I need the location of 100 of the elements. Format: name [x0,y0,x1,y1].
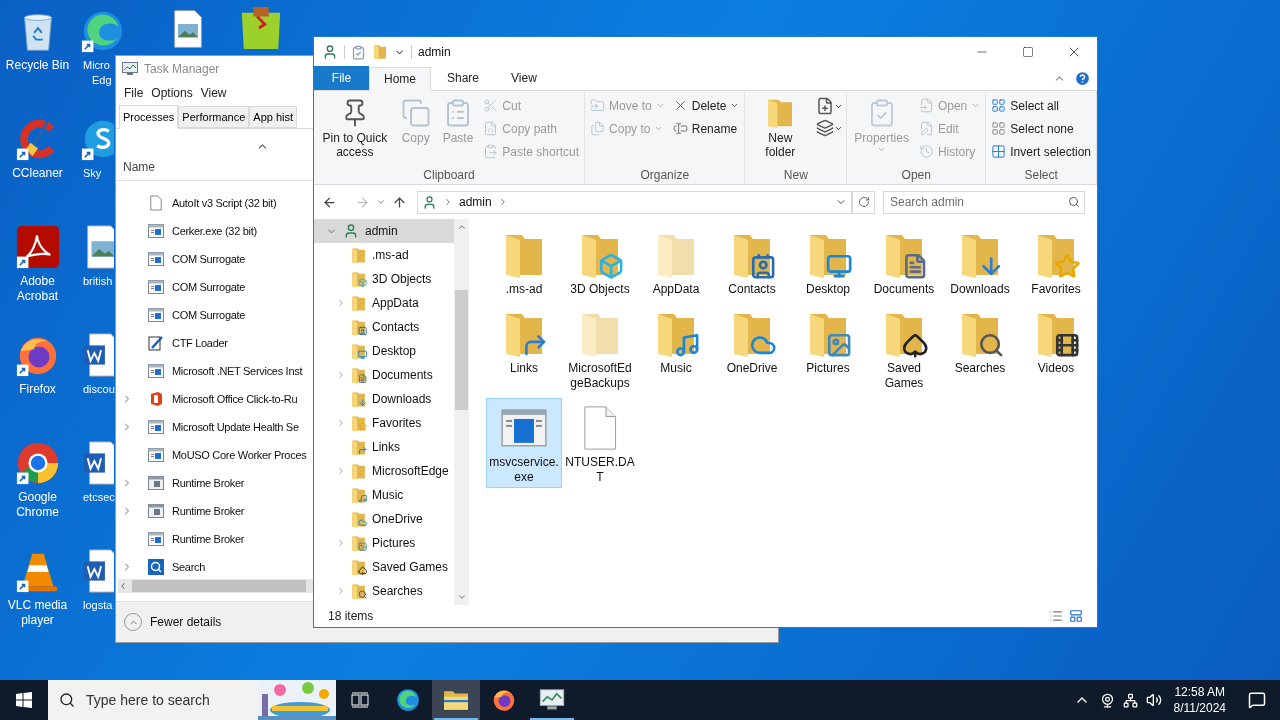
process-row[interactable]: Microsoft .NET Services Inst [116,357,312,385]
desktop-icon-label[interactable]: Micro Edg [80,58,112,88]
file-tile[interactable]: NTUSER.DAT [562,398,638,488]
taskbar-app-button[interactable] [432,680,480,720]
file-tile[interactable]: Searches [942,304,1018,379]
desktop-icon-label[interactable]: Sky [80,166,102,181]
properties-icon[interactable] [351,44,366,60]
process-row[interactable]: COM Surrogate [116,273,312,301]
column-header[interactable]: Name [123,157,155,176]
ribbon-tab[interactable]: File [314,66,369,90]
scroll-up-icon[interactable] [456,222,467,232]
tree-item[interactable]: Contacts [372,318,420,336]
tree-item[interactable]: OneDrive [372,510,423,528]
menu-item[interactable]: Options [147,84,197,102]
address-bar[interactable]: admin [417,190,852,214]
tree-item[interactable]: admin [314,219,454,243]
tree-item[interactable]: Searches [372,582,423,600]
file-tile[interactable]: Pictures [790,304,866,379]
file-tile[interactable]: Videos [1018,304,1094,379]
process-row[interactable]: Microsoft Update Health Se [116,413,312,441]
tree-item[interactable]: Favorites [372,414,422,432]
ribbon-command[interactable]: Invert selection [989,141,1093,162]
ribbon-tab[interactable]: View [495,66,553,90]
desktop-icon-label[interactable]: etcsec [80,490,115,505]
ribbon-command[interactable]: Rename [670,118,742,139]
tab[interactable]: Performance [178,106,250,128]
refresh-button[interactable] [852,190,875,214]
ribbon-command[interactable]: New folder [748,95,813,166]
easy-access-icon[interactable] [816,119,844,137]
ribbon-command[interactable]: Pin to Quick access [317,95,393,166]
clock[interactable]: 12:58 AM 8/11/2024 [1165,684,1234,716]
tree-item[interactable]: MicrosoftEdge [372,462,449,480]
details-view-icon[interactable] [1049,609,1063,623]
desktop-icon-label[interactable]: british [80,274,113,289]
volume-icon[interactable] [1145,692,1162,708]
tree-item[interactable]: Downloads [372,390,432,408]
file-tile[interactable]: Contacts [714,225,790,300]
file-tile[interactable]: Downloads [942,225,1018,300]
tree-item[interactable]: Music [372,486,404,504]
process-row[interactable]: COM Surrogate [116,301,312,329]
taskbar-search-field[interactable]: Type here to search [86,680,258,720]
up-icon[interactable] [392,194,407,210]
forward-icon[interactable] [355,194,370,210]
file-tile[interactable]: Favorites [1018,225,1094,300]
fewer-details-link[interactable]: Fewer details [150,613,222,631]
network-icon[interactable] [1122,692,1138,708]
device-icon[interactable] [1099,692,1115,708]
desktop-icon-label[interactable]: discou [80,382,115,397]
ribbon-tab[interactable]: Home [369,67,431,91]
taskbar-search-button[interactable] [48,680,86,720]
tab[interactable]: Processes [119,105,179,129]
file-tile[interactable]: msvcservice.exe [486,398,562,488]
desktop-icon-label[interactable]: VLC media player [7,598,68,628]
help-icon[interactable] [1074,70,1091,87]
process-row[interactable]: Cerker.exe (32 bit) [116,217,312,245]
process-row[interactable]: Runtime Broker [116,525,312,553]
desktop-icon-label[interactable]: Adobe Acrobat [16,274,59,304]
file-tile[interactable]: Links [486,304,562,379]
scroll-down-icon[interactable] [456,592,467,602]
process-row[interactable]: Runtime Broker [116,469,312,497]
process-row[interactable]: Search [116,553,312,579]
tree-item[interactable]: .ms-ad [372,246,409,264]
menu-item[interactable]: View [196,84,231,102]
large-icons-view-icon[interactable] [1069,609,1083,623]
process-row[interactable]: MoUSO Core Worker Proces [116,441,312,469]
menu-item[interactable]: File [120,84,148,102]
file-tile[interactable]: Desktop [790,225,866,300]
process-row[interactable]: COM Surrogate [116,245,312,273]
tree-item[interactable]: Links [372,438,400,456]
process-row[interactable]: AutoIt v3 Script (32 bit) [116,189,312,217]
scrollbar-thumb[interactable] [132,580,306,592]
process-row[interactable]: CTF Loader [116,329,312,357]
scrollbar-thumb[interactable] [455,290,468,410]
file-tile[interactable]: 3D Objects [562,225,638,300]
file-tile[interactable]: Saved Games [866,304,942,394]
file-tile[interactable]: .ms-ad [486,225,562,300]
file-tile[interactable]: Documents [866,225,942,300]
ribbon-tab[interactable]: Share [431,66,496,90]
desktop-icon-label[interactable]: Recycle Bin [5,58,70,73]
tree-item[interactable]: Saved Games [372,558,449,576]
desktop-icon-label[interactable]: CCleaner [12,166,63,181]
desktop-icon-label[interactable]: Google Chrome [16,490,59,520]
tree-item[interactable]: Documents [372,366,433,384]
file-tile[interactable]: MicrosoftEdgeBackups [562,304,638,394]
new-item-icon[interactable] [816,97,844,115]
file-tile[interactable]: OneDrive [714,304,790,379]
scroll-left-icon[interactable] [118,581,128,591]
breadcrumb[interactable]: admin [459,193,492,211]
ribbon-command[interactable]: Select none [989,118,1093,139]
tab[interactable]: App hist [249,106,298,128]
process-row[interactable]: Microsoft Office Click-to-Ru [116,385,312,413]
file-tile[interactable]: AppData [638,225,714,300]
tree-item[interactable]: Desktop [372,342,417,360]
tree-item[interactable]: Pictures [372,534,416,552]
back-icon[interactable] [322,194,337,210]
ribbon-command[interactable]: Delete [670,95,742,116]
process-row[interactable]: Runtime Broker [116,497,312,525]
file-tile[interactable]: Music [638,304,714,379]
desktop-icon-label[interactable]: logsta [80,598,113,613]
tree-item[interactable]: AppData [372,294,419,312]
